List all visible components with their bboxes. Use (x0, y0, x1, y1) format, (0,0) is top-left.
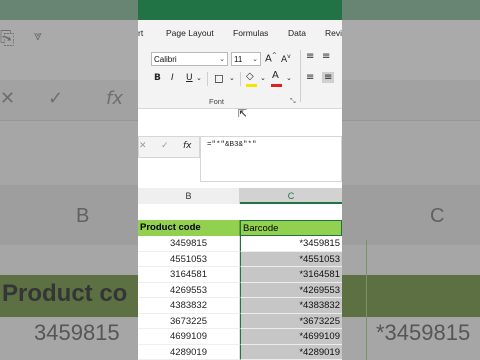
title-bar (138, 0, 342, 20)
cell-product-code[interactable]: 3459815 (138, 236, 240, 252)
font-name-dropdown[interactable]: Calibri ⌄ (151, 52, 228, 66)
divider (207, 72, 208, 86)
underline-button[interactable]: U (186, 73, 193, 83)
font-size-value: 11 (234, 55, 243, 64)
formula-buttons: ✕ ✓ fx (138, 136, 200, 158)
fill-color-dropdown-icon[interactable]: ⌄ (260, 74, 266, 82)
cell-barcode[interactable]: *4551053 (240, 251, 342, 267)
cell-product-code[interactable]: 3673225 (138, 313, 240, 329)
table-row: 3459815 *3459815 (138, 236, 342, 252)
align-left-icon[interactable]: ≡ (306, 72, 314, 83)
chevron-down-icon: ⌄ (252, 56, 258, 63)
group-divider (300, 50, 301, 102)
fx-icon[interactable]: fx (183, 141, 192, 151)
header-cell-product-code[interactable]: Product code (138, 220, 240, 236)
empty-row[interactable] (138, 204, 342, 221)
tab-data[interactable]: Data (288, 28, 306, 38)
ribbon-tabs: rt Page Layout Formulas Data Revi (138, 20, 342, 46)
grow-font-button[interactable]: A^ (265, 52, 277, 64)
tab-page-layout[interactable]: Page Layout (166, 28, 214, 38)
dialog-launcher-icon[interactable]: ⤡ (290, 97, 296, 106)
tab-insert[interactable]: rt (138, 28, 143, 38)
cell-product-code[interactable]: 4289019 (138, 344, 240, 360)
left-shade (0, 0, 138, 360)
table-row: 4383832 *4383832 (138, 298, 342, 314)
font-color-dropdown-icon[interactable]: ⌄ (286, 74, 292, 82)
table-row: 3673225 *3673225 (138, 313, 342, 329)
align-middle-icon[interactable]: ≡ (322, 51, 330, 62)
column-header-c[interactable]: C (240, 188, 342, 204)
tab-formulas[interactable]: Formulas (233, 28, 268, 38)
cell-barcode[interactable]: *4699109 (240, 329, 342, 345)
ribbon-font-group: Calibri ⌄ 11 ⌄ A^ Av B I U ⌄ ◻ ⌄ ◇ ⌄ A ⌄… (138, 46, 342, 120)
column-header-b[interactable]: B (138, 188, 240, 204)
excel-window: rt Page Layout Formulas Data Revi Calibr… (138, 0, 342, 360)
table-row: 4289019 *4289019 (138, 344, 342, 360)
tab-review[interactable]: Revi (325, 28, 342, 38)
table-row: 4699109 *4699109 (138, 329, 342, 345)
cell-barcode[interactable]: *4383832 (240, 298, 342, 314)
table-row: 3164581 *3164581 (138, 267, 342, 283)
cell-barcode[interactable]: *4289019 (240, 344, 342, 360)
fill-color-swatch (246, 84, 257, 87)
align-center-icon[interactable]: ≡ (322, 72, 335, 83)
cell-barcode[interactable]: *3164581 (240, 267, 342, 283)
borders-icon[interactable]: ◻ (214, 71, 224, 85)
bold-button[interactable]: B (154, 73, 161, 83)
cell-barcode[interactable]: *4269553 (240, 282, 342, 298)
font-name-value: Calibri (154, 55, 177, 64)
cancel-icon[interactable]: ✕ (139, 141, 147, 151)
table-header-row: Product code Barcode (138, 220, 342, 236)
cell-product-code[interactable]: 4699109 (138, 329, 240, 345)
align-top-icon[interactable]: ≡ (306, 51, 314, 62)
font-group-label: Font (209, 97, 225, 106)
right-shade (342, 0, 480, 360)
shrink-font-button[interactable]: Av (281, 53, 291, 65)
formula-input[interactable]: ="*"&B3&"*" (200, 136, 342, 182)
cell-product-code[interactable]: 3164581 (138, 267, 240, 283)
column-headers: B C (138, 188, 342, 205)
divider (240, 72, 241, 86)
table-row: 4551053 *4551053 (138, 251, 342, 267)
cell-barcode[interactable]: *3459815 (240, 236, 342, 252)
fill-color-icon[interactable]: ◇ (246, 71, 254, 82)
cell-product-code[interactable]: 4551053 (138, 251, 240, 267)
confirm-icon[interactable]: ✓ (161, 141, 169, 151)
header-cell-barcode[interactable]: Barcode (240, 220, 342, 236)
underline-dropdown-icon[interactable]: ⌄ (196, 74, 202, 82)
grow-font-label: A (265, 53, 272, 65)
font-color-icon[interactable]: A (272, 70, 279, 81)
chevron-down-icon: ⌄ (219, 56, 225, 63)
cell-barcode[interactable]: *3673225 (240, 313, 342, 329)
borders-dropdown-icon[interactable]: ⌄ (229, 74, 235, 82)
cell-product-code[interactable]: 4383832 (138, 298, 240, 314)
italic-button[interactable]: I (171, 73, 174, 83)
font-color-swatch (271, 84, 282, 87)
table-row: 4269553 *4269553 (138, 282, 342, 298)
font-size-dropdown[interactable]: 11 ⌄ (231, 52, 261, 66)
cell-product-code[interactable]: 4269553 (138, 282, 240, 298)
